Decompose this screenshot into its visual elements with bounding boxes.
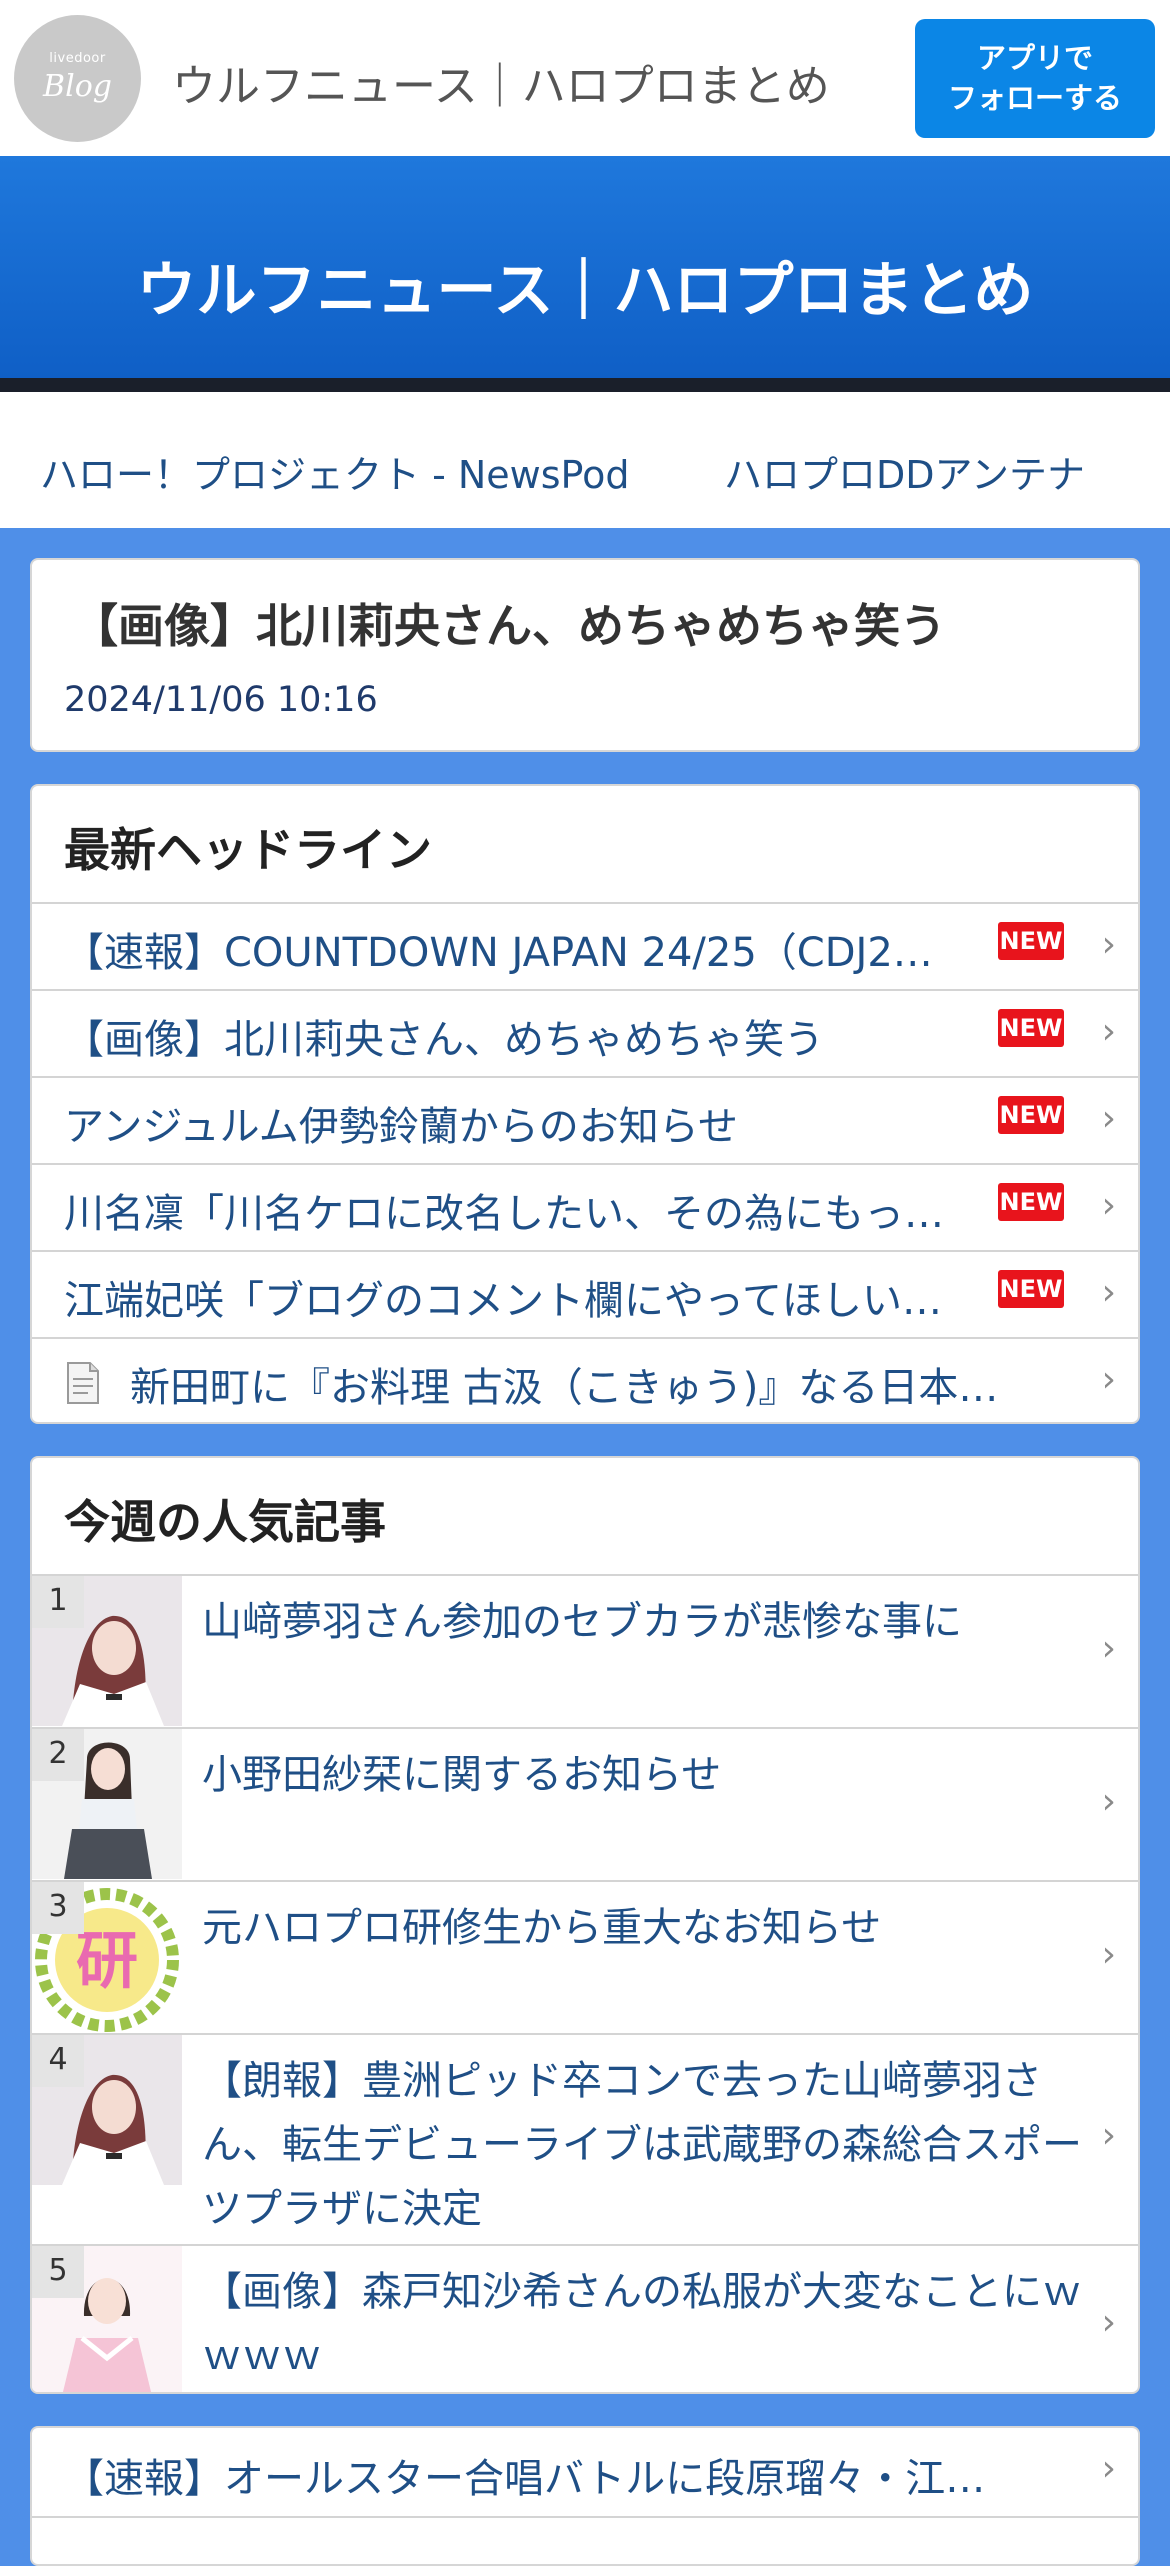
chevron-right-icon: › bbox=[1101, 1272, 1116, 1313]
chevron-right-icon: › bbox=[1101, 924, 1116, 965]
chevron-right-icon: › bbox=[1101, 1934, 1116, 1975]
headline-row[interactable]: 江端妃咲「ブログのコメント欄にやってほしい… NEW › bbox=[32, 1250, 1138, 1338]
article-thumbnail: 1 bbox=[32, 1576, 182, 1726]
chevron-right-icon: › bbox=[1101, 2448, 1116, 2489]
popular-item[interactable]: 2 小野田紗栞に関するお知らせ › bbox=[32, 1727, 1138, 1881]
new-badge: NEW bbox=[998, 922, 1064, 960]
popular-item-text: 山﨑夢羽さん参加のセブカラが悲惨な事に bbox=[202, 1599, 962, 1645]
new-badge: NEW bbox=[998, 1096, 1064, 1134]
article-thumbnail: 研 3 bbox=[32, 1882, 182, 2032]
headline-text: 【速報】COUNTDOWN JAPAN 24/25（CDJ2… bbox=[64, 930, 933, 976]
article-thumbnail: 5 bbox=[32, 2246, 182, 2392]
latest-headlines-title: 最新ヘッドライン bbox=[64, 823, 432, 877]
related-article-row[interactable] bbox=[32, 2516, 1138, 2564]
chevron-right-icon: › bbox=[1101, 1359, 1116, 1400]
article-date: 2024/11/06 10:16 bbox=[64, 680, 378, 720]
chevron-right-icon: › bbox=[1101, 2115, 1116, 2156]
rank-number: 3 bbox=[32, 1882, 84, 1934]
popular-item[interactable]: 研 3 元ハロプロ研修生から重大なお知らせ › bbox=[32, 1880, 1138, 2034]
rank-number: 4 bbox=[32, 2035, 84, 2087]
hero-banner[interactable]: ウルフニュース｜ハロプロまとめ bbox=[0, 156, 1170, 392]
livedoor-blog-logo[interactable]: livedoor Blog bbox=[14, 15, 141, 142]
headline-row[interactable]: 【速報】COUNTDOWN JAPAN 24/25（CDJ2… NEW › bbox=[32, 902, 1138, 990]
popular-item-text: 【朗報】豊洲ピッド卒コンで去った山﨑夢羽さん、転生デビューライブは武蔵野の森総合… bbox=[202, 2058, 1082, 2232]
follow-line-1: アプリで bbox=[976, 41, 1093, 75]
chevron-right-icon: › bbox=[1101, 1185, 1116, 1226]
weekly-popular-title: 今週の人気記事 bbox=[64, 1495, 386, 1549]
chevron-right-icon: › bbox=[1101, 1628, 1116, 1669]
new-badge: NEW bbox=[998, 1270, 1064, 1308]
headline-text: 江端妃咲「ブログのコメント欄にやってほしい… bbox=[64, 1278, 942, 1324]
popular-item-text: 元ハロプロ研修生から重大なお知らせ bbox=[202, 1905, 882, 1951]
chevron-right-icon: › bbox=[1101, 1781, 1116, 1822]
site-name[interactable]: ウルフニュース｜ハロプロまとめ bbox=[172, 50, 830, 114]
follow-in-app-button[interactable]: アプリで フォローする bbox=[915, 19, 1155, 138]
headline-row[interactable]: 川名凜「川名ケロに改名したい、その為にもっ… NEW › bbox=[32, 1163, 1138, 1251]
chevron-right-icon: › bbox=[1101, 2302, 1116, 2343]
weekly-popular-card: 今週の人気記事 1 山﨑夢羽さん参加のセブカラが悲惨な事に › 2 小野田紗栞に… bbox=[30, 1456, 1140, 2394]
latest-headlines-card: 最新ヘッドライン 【速報】COUNTDOWN JAPAN 24/25（CDJ2…… bbox=[30, 784, 1140, 1424]
rank-number: 5 bbox=[32, 2246, 84, 2298]
chevron-right-icon: › bbox=[1101, 1011, 1116, 1052]
document-icon bbox=[67, 1362, 99, 1404]
hero-title: ウルフニュース｜ハロプロまとめ bbox=[136, 256, 1034, 326]
headline-text: 【画像】北川莉央さん、めちゃめちゃ笑う bbox=[64, 1017, 824, 1063]
antenna-link-bar: ハロー！プロジェクト - NewsPod ハロプロDDアンテナ bbox=[0, 392, 1170, 528]
popular-item-text: 【画像】森戸知沙希さんの私服が大変なことにｗｗｗｗ bbox=[202, 2269, 1082, 2379]
chevron-right-icon: › bbox=[1101, 1098, 1116, 1139]
popular-item[interactable]: 5 【画像】森戸知沙希さんの私服が大変なことにｗｗｗｗ › bbox=[32, 2244, 1138, 2392]
popular-item[interactable]: 4 【朗報】豊洲ピッド卒コンで去った山﨑夢羽さん、転生デビューライブは武蔵野の森… bbox=[32, 2033, 1138, 2245]
thumb-kanji: 研 bbox=[76, 1924, 138, 1997]
headline-row[interactable]: 【画像】北川莉央さん、めちゃめちゃ笑う NEW › bbox=[32, 989, 1138, 1077]
rank-number: 1 bbox=[32, 1576, 84, 1628]
article-header-card: 【画像】北川莉央さん、めちゃめちゃ笑う 2024/11/06 10:16 bbox=[30, 558, 1140, 752]
headline-text: 新田町に『お料理 古汲（こきゅう)』なる日本… bbox=[130, 1365, 999, 1411]
related-article-row[interactable]: 【速報】オールスター合唱バトルに段原瑠々・江… › bbox=[32, 2428, 1138, 2516]
link-newspod[interactable]: ハロー！プロジェクト - NewsPod bbox=[40, 444, 629, 499]
link-dd-antenna[interactable]: ハロプロDDアンテナ bbox=[724, 444, 1085, 499]
article-thumbnail: 4 bbox=[32, 2035, 182, 2185]
headline-row[interactable]: アンジュルム伊勢鈴蘭からのお知らせ NEW › bbox=[32, 1076, 1138, 1164]
popular-item-text: 小野田紗栞に関するお知らせ bbox=[202, 1752, 722, 1798]
new-badge: NEW bbox=[998, 1183, 1064, 1221]
follow-line-2: フォローする bbox=[947, 81, 1122, 115]
article-thumbnail: 2 bbox=[32, 1729, 182, 1879]
new-badge: NEW bbox=[998, 1009, 1064, 1047]
logo-big-text: Blog bbox=[43, 69, 112, 104]
logo-small-text: livedoor bbox=[49, 51, 106, 66]
rank-number: 2 bbox=[32, 1729, 84, 1781]
headline-text: アンジュルム伊勢鈴蘭からのお知らせ bbox=[64, 1104, 738, 1150]
top-bar: livedoor Blog ウルフニュース｜ハロプロまとめ アプリで フォローす… bbox=[0, 0, 1170, 156]
related-articles-card: 【速報】オールスター合唱バトルに段原瑠々・江… › bbox=[30, 2426, 1140, 2566]
headline-row[interactable]: 新田町に『お料理 古汲（こきゅう)』なる日本… › bbox=[32, 1337, 1138, 1422]
article-title: 【画像】北川莉央さん、めちゃめちゃ笑う bbox=[72, 599, 946, 653]
related-article-text: 【速報】オールスター合唱バトルに段原瑠々・江… bbox=[64, 2456, 986, 2502]
headline-text: 川名凜「川名ケロに改名したい、その為にもっ… bbox=[64, 1191, 944, 1237]
popular-item[interactable]: 1 山﨑夢羽さん参加のセブカラが悲惨な事に › bbox=[32, 1574, 1138, 1728]
